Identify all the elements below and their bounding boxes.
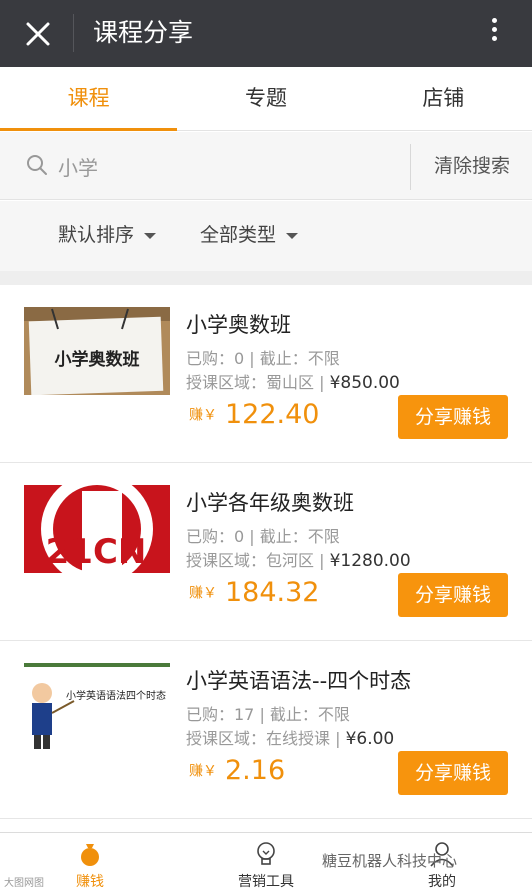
thumbnail-caption: 小学英语语法四个时态 [66,689,166,702]
course-area-info: 授课区域：包河区 | ¥1280.00 [186,547,411,571]
earn-amount: 赚￥ 184.32 [189,577,319,608]
area-text: 授课区域：包河区 | [186,551,330,570]
top-bar: 课程分享 [0,0,532,67]
area-text: 授课区域：蜀山区 | [186,373,330,392]
course-item[interactable]: 小学英语语法四个时态 小学英语语法--四个时态 已购：17 | 截止：不限 授课… [0,641,532,819]
course-thumbnail: 小学奥数班 [24,307,170,395]
course-area-info: 授课区域：蜀山区 | ¥850.00 [186,369,400,393]
page-title: 课程分享 [93,18,194,47]
nav-item-marketing-tools[interactable]: 营销工具 [206,833,326,894]
course-purchase-info: 已购：0 | 截止：不限 [186,527,340,546]
section-gap [0,271,532,285]
type-label: 全部类型 [200,224,277,246]
course-price: ¥1280.00 [329,551,411,571]
tab-shops[interactable]: 店铺 [355,67,532,130]
course-name: 小学各年级奥数班 [186,491,354,515]
course-purchase-info: 已购：17 | 截止：不限 [186,705,350,724]
search-input[interactable] [58,148,388,184]
search-divider [410,144,411,190]
earn-label: 赚￥ [189,763,217,780]
tab-topics[interactable]: 专题 [177,67,354,130]
bulb-icon [257,842,275,865]
course-price: ¥6.00 [345,729,395,749]
earn-value: 2.16 [225,755,286,786]
earn-amount: 赚￥ 122.40 [189,399,319,430]
thumbnail-caption: 小学奥数班 [55,349,140,370]
nav-label: 我的 [428,874,456,890]
share-earn-button[interactable]: 分享赚钱 [398,395,508,439]
earn-value: 122.40 [225,399,320,430]
course-name: 小学奥数班 [186,313,291,337]
share-earn-button[interactable]: 分享赚钱 [398,573,508,617]
course-thumbnail: 21CN [24,485,170,573]
filter-bar: 默认排序 全部类型 [0,201,532,271]
clear-search-button[interactable]: 清除搜索 [412,132,532,200]
course-item[interactable]: 小学奥数班 小学奥数班 已购：0 | 截止：不限 授课区域：蜀山区 | ¥850… [0,285,532,463]
earn-amount: 赚￥ 2.16 [189,755,285,786]
tab-courses[interactable]: 课程 [0,67,178,131]
earn-label: 赚￥ [189,585,217,602]
money-bag-icon [81,844,99,866]
nav-label: 赚钱 [76,874,104,890]
caret-down-icon [144,232,157,239]
sort-label: 默认排序 [58,224,135,246]
header-divider [73,14,74,52]
course-name: 小学英语语法--四个时态 [186,669,412,693]
share-earn-button[interactable]: 分享赚钱 [398,751,508,795]
watermark: 糖豆机器人科技中心 [322,852,458,870]
caret-down-icon [286,232,299,239]
type-dropdown[interactable]: 全部类型 [200,221,299,249]
earn-label: 赚￥ [189,407,217,424]
nav-item-earn[interactable]: 赚钱 [30,833,150,894]
course-price: ¥850.00 [329,373,400,393]
nav-label: 营销工具 [238,874,294,890]
thumbnail-caption: 21CN [46,532,147,572]
tab-bar: 课程 专题 店铺 [0,67,532,131]
watermark-small: 大图网图 [4,878,44,889]
search-icon [27,155,47,175]
course-item[interactable]: 21CN 小学各年级奥数班 已购：0 | 截止：不限 授课区域：包河区 | ¥1… [0,463,532,641]
course-thumbnail: 小学英语语法四个时态 [24,663,170,751]
course-purchase-info: 已购：0 | 截止：不限 [186,349,340,368]
more-menu-icon[interactable] [484,14,504,52]
earn-value: 184.32 [225,577,320,608]
sort-dropdown[interactable]: 默认排序 [58,221,157,249]
search-bar: 清除搜索 [0,132,532,200]
course-area-info: 授课区域：在线授课 | ¥6.00 [186,725,394,749]
area-text: 授课区域：在线授课 | [186,729,346,748]
close-icon[interactable] [22,18,54,50]
